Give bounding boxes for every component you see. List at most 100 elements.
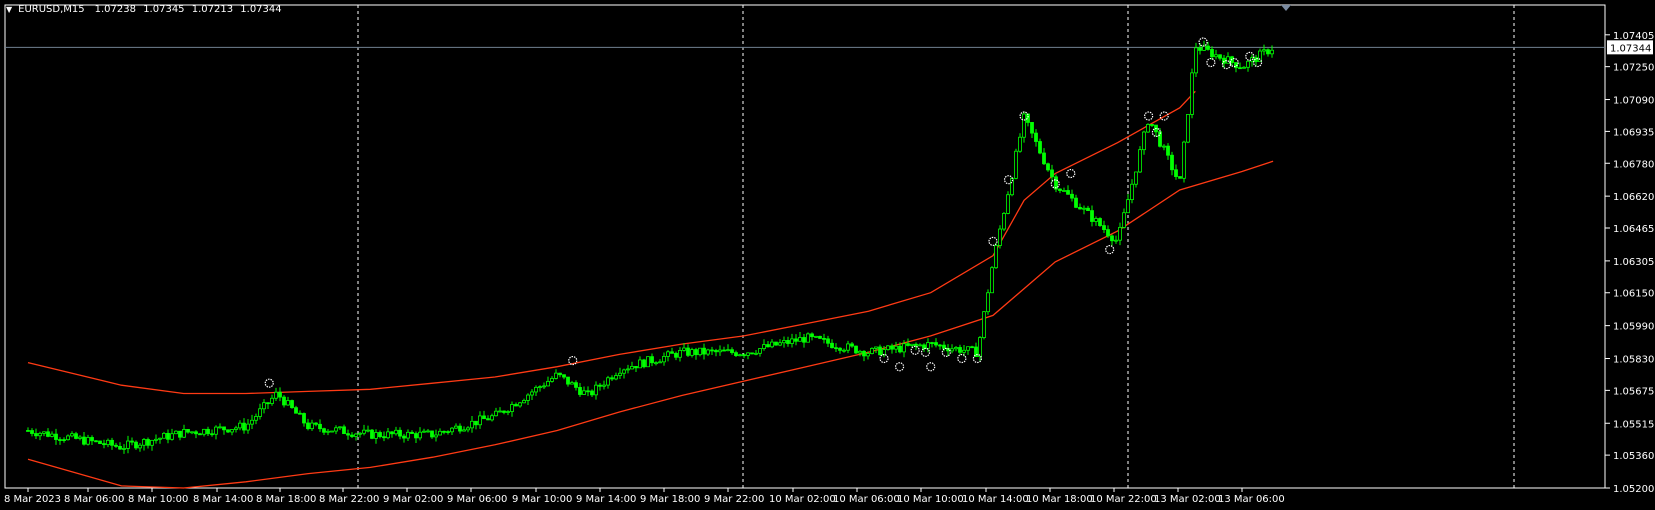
candle-body [478, 415, 482, 426]
candle-body [866, 353, 870, 357]
candle-body [590, 390, 594, 396]
y-tick-label-0: 1.07405 [1613, 31, 1654, 42]
candle-body [174, 430, 178, 435]
candle-body [466, 427, 470, 431]
y-tick-label-2: 1.07090 [1613, 96, 1654, 107]
plot-frame [4, 4, 1606, 489]
candle-body [746, 352, 750, 356]
candle-body [1146, 124, 1150, 133]
candle-body [290, 400, 294, 409]
candle-body [570, 382, 574, 385]
chart-window: ▼ EURUSD,M15 1.07238 1.07345 1.07213 1.0… [0, 0, 1655, 510]
candle-body [906, 343, 910, 346]
candle-body [1182, 141, 1186, 179]
candle-body [230, 429, 234, 433]
candle-body [602, 384, 606, 387]
candle-body [394, 429, 398, 435]
candle-body [1046, 163, 1050, 171]
candle-body [26, 430, 30, 432]
candle-body [54, 433, 58, 440]
marker-3 [894, 362, 905, 372]
candle-body [1194, 47, 1198, 74]
candle-body [510, 404, 514, 412]
candle-body [886, 345, 890, 350]
candle-body [686, 347, 690, 356]
candle-body [810, 333, 814, 338]
candle-body [942, 344, 946, 349]
candle-body [274, 391, 278, 399]
candle-body [150, 439, 154, 446]
candle-body [1082, 207, 1086, 210]
candle-body [90, 437, 94, 442]
candle-body [1226, 56, 1230, 64]
candle-body [734, 352, 738, 356]
candle-body [202, 428, 206, 435]
candle-body [266, 402, 270, 405]
marker-15 [1105, 244, 1115, 255]
candle-body [710, 349, 714, 352]
candle-body [322, 428, 326, 433]
candle-body [434, 434, 438, 438]
candle-body [790, 338, 794, 344]
candle-body [542, 385, 546, 388]
y-tick-label-3: 1.06935 [1613, 127, 1654, 138]
candle-body [1130, 183, 1134, 201]
candle-body [546, 380, 550, 387]
candle-body [170, 433, 174, 440]
candle-body [330, 430, 334, 433]
candle-body [282, 396, 286, 406]
candle-body [786, 340, 790, 344]
candle-body [526, 394, 530, 401]
candle-body [386, 431, 390, 439]
candle-body [506, 411, 510, 413]
candle-body [1002, 213, 1006, 230]
candle-body [398, 429, 402, 437]
candle-body [926, 342, 930, 349]
candle-body [190, 431, 194, 434]
candle-body [834, 347, 838, 350]
candle-body [1074, 197, 1078, 208]
candle-body [574, 382, 578, 388]
x-tick-label-12: 10 Mar 02:00 [769, 494, 836, 505]
shift-marker-icon [1281, 5, 1291, 11]
candle-body [418, 431, 422, 439]
candle-body [1134, 171, 1138, 185]
candle-body [334, 427, 338, 432]
candle-body [286, 400, 290, 406]
candle-body [298, 412, 302, 415]
candle-body [374, 432, 378, 439]
candle-body [530, 391, 534, 396]
y-tick-label-6: 1.06465 [1613, 224, 1654, 235]
candle-body [278, 391, 282, 398]
candle-body [646, 356, 650, 368]
candle-body [186, 429, 190, 433]
candle-body [1062, 190, 1066, 192]
candle-body [354, 433, 358, 437]
candle-body [362, 429, 366, 434]
y-tick-label-10: 1.05830 [1613, 355, 1654, 366]
candle-body [814, 335, 818, 338]
candle-body [370, 429, 374, 439]
candle-body [1138, 149, 1142, 173]
candle-body [654, 362, 658, 365]
candle-body [110, 439, 114, 446]
candle-body [302, 413, 306, 424]
price-chart[interactable]: 1.07405 1.07250 1.07090 1.06935 1.06780 1.066… [0, 0, 1655, 510]
candle-body [238, 422, 242, 429]
candle-body [262, 402, 266, 410]
candle-body [550, 378, 554, 382]
candle-body [462, 429, 466, 432]
candle-body [682, 347, 686, 351]
y-tick-label-11: 1.05675 [1613, 386, 1654, 397]
candle-body [402, 435, 406, 439]
candle-body [958, 347, 962, 353]
candle-body [94, 440, 98, 443]
candle-body [1270, 49, 1274, 55]
x-tick-label-15: 10 Mar 14:00 [962, 494, 1029, 505]
candle-body [638, 359, 642, 369]
candle-body [630, 366, 634, 370]
candle-body [178, 430, 182, 438]
candle-body [1178, 176, 1182, 179]
candle-body [774, 341, 778, 346]
candle-body [950, 348, 954, 352]
